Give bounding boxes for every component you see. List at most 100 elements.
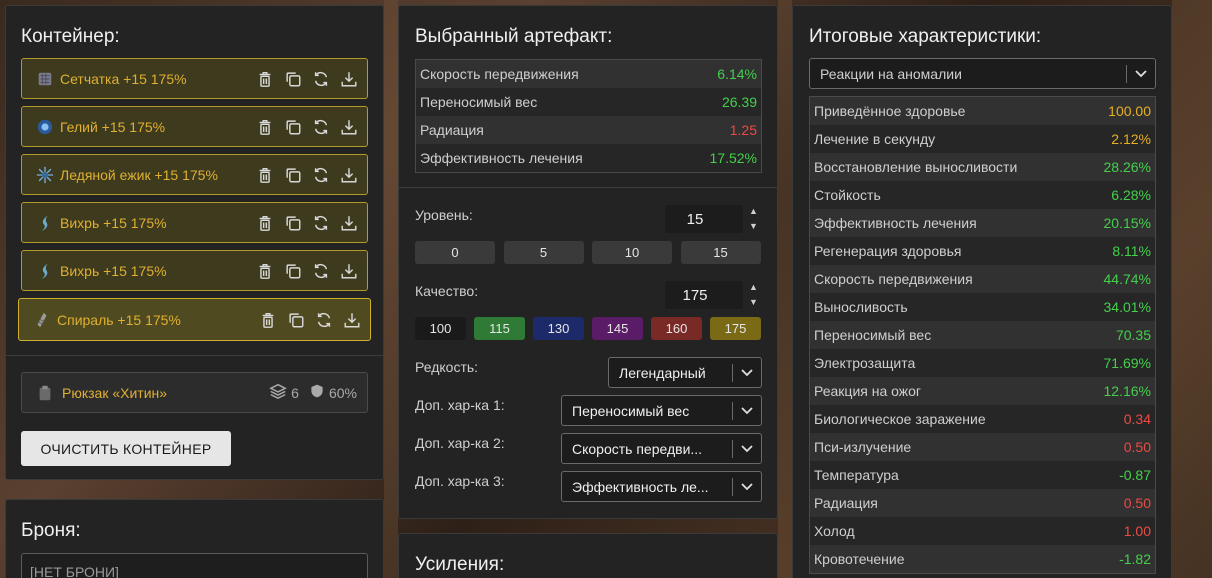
trash-icon[interactable]: [256, 262, 274, 280]
artifact-item[interactable]: Гелий +15 175%: [21, 106, 368, 147]
trash-icon[interactable]: [256, 70, 274, 88]
download-icon[interactable]: [340, 262, 358, 280]
extra1-select[interactable]: Переносимый вес: [561, 395, 762, 426]
stat-value: -1.82: [1119, 551, 1151, 567]
boosts-panel: Усиления:: [398, 533, 778, 578]
totals-stats-table: Приведённое здоровье 100.00 Лечение в секу…: [809, 96, 1156, 574]
copy-icon[interactable]: [284, 70, 302, 88]
artifact-actions: [256, 166, 358, 184]
level-stepper-up-icon[interactable]: ▲: [749, 206, 758, 216]
artifact-name: Ледяной ежик +15 175%: [60, 166, 218, 183]
stat-row: Скорость передвижения 6.14%: [416, 60, 761, 88]
artifact-item[interactable]: Ледяной ежик +15 175%: [21, 154, 368, 195]
swap-icon[interactable]: [312, 70, 330, 88]
stat-value: 0.50: [1123, 495, 1151, 511]
level-label: Уровень:: [415, 207, 473, 223]
download-icon[interactable]: [340, 70, 358, 88]
stat-value: -0.87: [1119, 467, 1151, 483]
swap-icon[interactable]: [312, 118, 330, 136]
quality-preset-button[interactable]: 115: [474, 317, 525, 340]
clear-container-button[interactable]: ОЧИСТИТЬ КОНТЕЙНЕР: [21, 431, 231, 466]
level-preset-button[interactable]: 0: [415, 241, 495, 264]
whirl-artifact-icon: [34, 260, 56, 282]
armor-select[interactable]: [НЕТ БРОНИ]: [21, 553, 368, 578]
copy-icon[interactable]: [284, 118, 302, 136]
spiral-artifact-icon: [31, 309, 53, 331]
quality-preset-button[interactable]: 100: [415, 317, 466, 340]
copy-icon[interactable]: [287, 311, 305, 329]
shield-icon: [309, 383, 325, 402]
copy-icon[interactable]: [284, 166, 302, 184]
stat-value: 0.50: [1123, 439, 1151, 455]
copy-icon[interactable]: [284, 262, 302, 280]
extra3-select[interactable]: Эффективность ле...: [561, 471, 762, 502]
level-preset-button[interactable]: 5: [503, 241, 584, 264]
stat-row: Скорость передвижения 44.74%: [810, 265, 1155, 293]
retina-artifact-icon: [34, 68, 56, 90]
stat-row: Лечение в секунду 2.12%: [810, 125, 1155, 153]
totals-filter-select[interactable]: Реакции на аномалии: [809, 58, 1156, 89]
totals-panel: Итоговые характеристики: Реакции на аном…: [792, 5, 1172, 578]
stat-row: Реакция на ожог 12.16%: [810, 377, 1155, 405]
stat-label: Электрозащита: [814, 355, 916, 371]
quality-preset-button[interactable]: 175: [710, 317, 761, 340]
selected-artifact-title: Выбранный артефакт:: [415, 26, 613, 47]
stat-row: Пси-излучение 0.50: [810, 433, 1155, 461]
level-stepper-down-icon[interactable]: ▼: [749, 221, 758, 231]
stat-row: Электрозащита 71.69%: [810, 349, 1155, 377]
swap-icon[interactable]: [312, 214, 330, 232]
selected-stats-table: Скорость передвижения 6.14% Переносимый ве…: [415, 59, 762, 173]
stat-value: 34.01%: [1103, 299, 1151, 315]
stat-row: Стойкость 6.28%: [810, 181, 1155, 209]
quality-preset-button[interactable]: 160: [651, 317, 702, 340]
download-icon[interactable]: [340, 166, 358, 184]
stat-label: Регенерация здоровья: [814, 243, 962, 259]
artifact-item[interactable]: Вихрь +15 175%: [21, 202, 368, 243]
stat-value: 8.11%: [1112, 243, 1151, 259]
stat-value: 0.34: [1123, 411, 1151, 427]
rarity-select[interactable]: Легендарный: [608, 357, 762, 388]
divider: [399, 187, 777, 188]
quality-stepper-up-icon[interactable]: ▲: [749, 282, 758, 292]
extra2-label: Доп. хар-ка 2:: [415, 435, 505, 451]
quality-preset-button[interactable]: 130: [533, 317, 584, 340]
artifact-actions: [256, 262, 358, 280]
stat-label: Лечение в секунду: [814, 131, 936, 147]
artifact-item[interactable]: Вихрь +15 175%: [21, 250, 368, 291]
level-preset-button[interactable]: 15: [680, 241, 761, 264]
quality-input[interactable]: 175: [665, 281, 743, 309]
extra2-select[interactable]: Скорость передви...: [561, 433, 762, 464]
backpack-protection-value: 60%: [328, 384, 357, 401]
backpack-slots-value: 6: [291, 384, 299, 401]
download-icon[interactable]: [340, 214, 358, 232]
container-title: Контейнер:: [21, 26, 120, 47]
stat-value: 6.14%: [717, 66, 757, 82]
copy-icon[interactable]: [284, 214, 302, 232]
level-input[interactable]: 15: [665, 205, 743, 233]
trash-icon[interactable]: [256, 166, 274, 184]
quality-stepper-down-icon[interactable]: ▼: [749, 297, 758, 307]
extra1-label: Доп. хар-ка 1:: [415, 397, 505, 413]
stat-row: Выносливость 34.01%: [810, 293, 1155, 321]
artifact-item[interactable]: Сетчатка +15 175%: [21, 58, 368, 99]
level-preset-button[interactable]: 10: [592, 241, 672, 264]
stat-value: 1.25: [729, 122, 757, 138]
stat-row: Эффективность лечения 17.52%: [416, 144, 761, 172]
container-panel: Контейнер: Сетчатка +15 175% Гелий +15 17…: [5, 5, 384, 480]
trash-icon[interactable]: [259, 311, 277, 329]
backpack-item[interactable]: Рюкзак «Хитин» 6 60%: [21, 372, 368, 413]
trash-icon[interactable]: [256, 118, 274, 136]
stat-value: 70.35: [1115, 327, 1151, 343]
download-icon[interactable]: [340, 118, 358, 136]
artifact-name: Вихрь +15 175%: [60, 262, 167, 279]
download-icon[interactable]: [343, 311, 361, 329]
swap-icon[interactable]: [312, 262, 330, 280]
quality-preset-button[interactable]: 145: [592, 317, 643, 340]
artifact-item[interactable]: Спираль +15 175%: [18, 298, 371, 341]
backpack-icon: [34, 382, 56, 404]
swap-icon[interactable]: [315, 311, 333, 329]
divider: [6, 355, 383, 356]
stat-label: Скорость передвижения: [814, 271, 973, 287]
trash-icon[interactable]: [256, 214, 274, 232]
swap-icon[interactable]: [312, 166, 330, 184]
